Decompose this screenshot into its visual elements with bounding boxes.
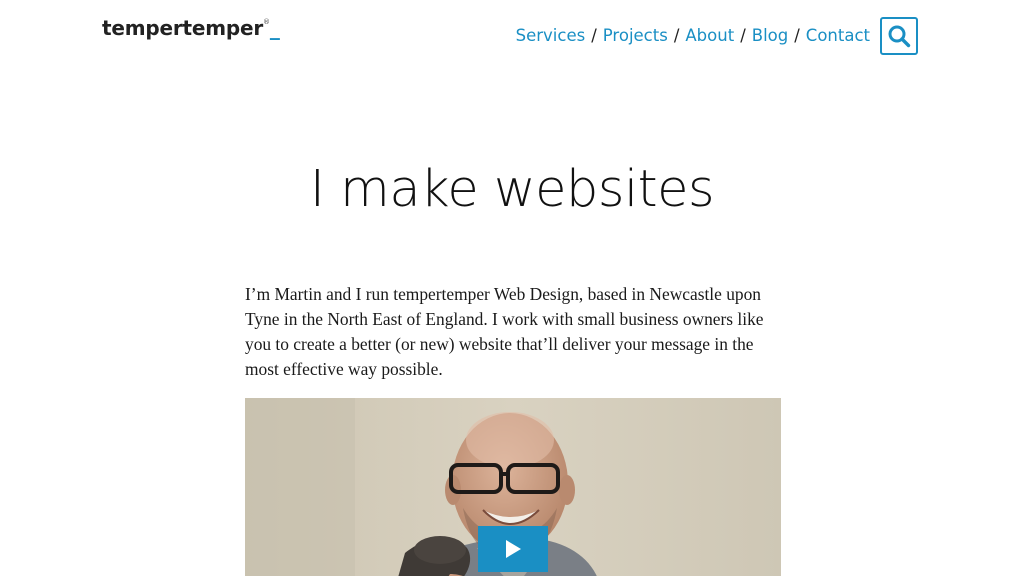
- search-button[interactable]: [880, 17, 918, 55]
- nav-link-projects[interactable]: Projects: [603, 26, 668, 45]
- logo-text: tempertemper: [102, 16, 264, 40]
- nav-link-services[interactable]: Services: [516, 26, 586, 45]
- search-icon: [888, 25, 911, 48]
- main-nav: Services / Projects / About / Blog / Con…: [516, 26, 870, 45]
- nav-link-contact[interactable]: Contact: [806, 26, 870, 45]
- nav-link-blog[interactable]: Blog: [752, 26, 788, 45]
- nav-separator: /: [740, 26, 746, 45]
- nav-separator: /: [591, 26, 597, 45]
- logo[interactable]: tempertemper®_: [102, 16, 280, 40]
- nav-separator: /: [673, 26, 680, 45]
- intro-paragraph: I’m Martin and I run tempertemper Web De…: [245, 284, 764, 379]
- nav-link-about[interactable]: About: [685, 26, 734, 45]
- logo-cursor: _: [269, 16, 280, 40]
- nav-separator: /: [794, 26, 800, 45]
- play-button[interactable]: [478, 526, 548, 572]
- intro-video[interactable]: [245, 398, 781, 576]
- play-icon: [506, 540, 521, 558]
- logo-registered-mark: ®: [263, 18, 270, 26]
- page-title: I make websites: [309, 160, 715, 219]
